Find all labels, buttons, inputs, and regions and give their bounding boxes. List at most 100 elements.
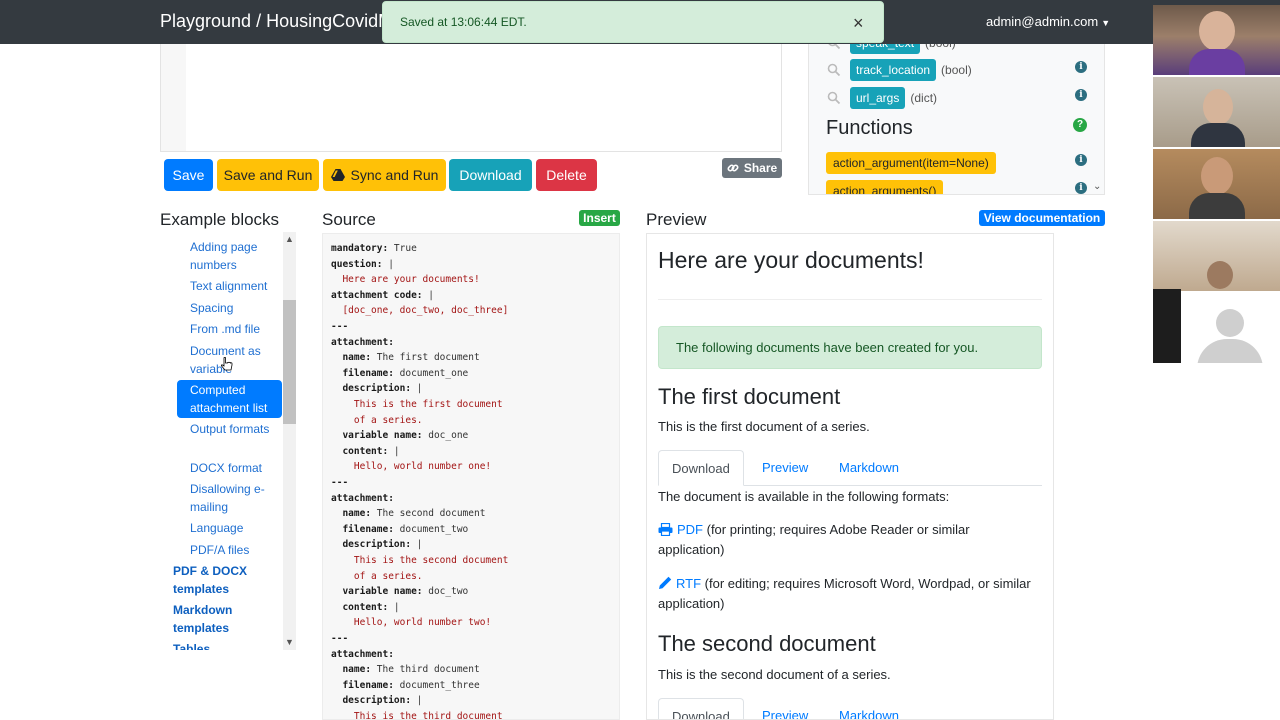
doc2-description: This is the second document of a series.	[658, 667, 891, 682]
tab-download[interactable]: Download	[658, 450, 744, 486]
help-icon[interactable]: ?	[1073, 118, 1087, 132]
participant-video	[1153, 5, 1280, 75]
sync-and-run-button[interactable]: Sync and Run	[323, 159, 446, 191]
code-key: content:	[331, 601, 389, 613]
code-line: content: |	[331, 445, 400, 457]
variable-chip[interactable]: track_location	[850, 59, 937, 81]
project-title[interactable]: Playground / HousingCovidM	[160, 11, 393, 32]
example-item[interactable]: Disallowing e-mailing	[190, 480, 285, 516]
variable-row[interactable]: track_location (bool)	[827, 59, 972, 81]
tab-preview[interactable]: Preview	[762, 450, 808, 486]
example-item[interactable]: PDF/A files	[190, 541, 285, 559]
variable-row[interactable]: speak_text (bool)	[827, 44, 956, 54]
code-line: description: |	[331, 695, 422, 706]
code-editor[interactable]	[160, 44, 782, 152]
share-button[interactable]: Share	[722, 158, 782, 178]
example-section[interactable]: Tables	[173, 640, 273, 650]
participant-video	[1153, 221, 1280, 291]
code-value: [doc_one, doc_two, doc_three]	[331, 305, 509, 317]
code-line: description: |	[331, 539, 422, 550]
code-line: question: |	[331, 259, 394, 270]
doc1-tabs: Download Preview Markdown	[658, 450, 1042, 486]
example-list-scrollbar[interactable]	[283, 232, 296, 650]
preview-pane: Here are your documents! The following d…	[646, 233, 1054, 720]
example-item[interactable]: From .md file	[190, 320, 285, 338]
code-value: True	[388, 243, 417, 254]
example-item[interactable]: Document as variable	[190, 342, 285, 378]
code-key: name:	[331, 508, 372, 520]
example-item[interactable]: Spacing	[190, 299, 285, 317]
example-item[interactable]: Output formats	[190, 420, 285, 438]
info-icon[interactable]: i	[1075, 61, 1087, 73]
tab-download[interactable]: Download	[658, 698, 744, 719]
code-value: Hello, world number two!	[331, 617, 492, 629]
functions-heading: Functions	[826, 117, 913, 139]
user-menu[interactable]: admin@admin.com ▼	[986, 14, 1110, 29]
variable-chip[interactable]: url_args	[850, 87, 906, 109]
code-value: of a series.	[331, 414, 423, 426]
rtf-format: RTF (for editing; requires Microsoft Wor…	[658, 574, 1033, 614]
source-heading: Source	[322, 210, 376, 229]
code-key: ---	[331, 321, 349, 332]
tab-markdown[interactable]: Markdown	[839, 698, 899, 719]
code-key: description:	[331, 383, 412, 395]
function-chip[interactable]: action_argument(item=None)	[826, 152, 996, 174]
delete-button[interactable]: Delete	[536, 159, 597, 191]
code-value: doc_one	[422, 430, 469, 442]
scroll-up-icon[interactable]: ▲	[285, 234, 294, 244]
info-icon[interactable]: i	[1075, 182, 1087, 194]
code-key: mandatory:	[331, 243, 389, 254]
tab-markdown[interactable]: Markdown	[839, 450, 899, 486]
scroll-down-icon[interactable]: ▼	[285, 637, 294, 647]
alert-text: The following documents have been create…	[676, 340, 979, 355]
close-icon[interactable]: ×	[853, 14, 864, 32]
avatar-body	[1197, 339, 1263, 363]
example-item[interactable]: Text alignment	[190, 277, 285, 295]
save-and-run-button[interactable]: Save and Run	[217, 159, 319, 191]
code-key: filename:	[331, 367, 394, 379]
doc1-description: This is the first document of a series.	[658, 419, 870, 434]
download-button[interactable]: Download	[449, 159, 532, 191]
success-alert: The following documents have been create…	[658, 326, 1042, 369]
pencil-icon	[659, 576, 672, 589]
info-icon[interactable]: i	[1075, 89, 1087, 101]
example-section[interactable]: Markdown templates	[173, 601, 273, 637]
formats-intro: The document is available in the followi…	[658, 489, 950, 504]
insert-button[interactable]: Insert	[579, 210, 620, 226]
example-item-active-label: Computed attachment list	[190, 383, 268, 415]
example-item[interactable]: Language	[190, 519, 285, 537]
example-list-scroll-thumb[interactable]	[283, 300, 296, 424]
search-icon	[827, 63, 841, 77]
code-line: filename: document_one	[331, 368, 468, 379]
pdf-link[interactable]: PDF	[677, 522, 703, 537]
doc2-tabs: Download Preview Markdown	[658, 698, 1042, 719]
variable-chip[interactable]: speak_text	[850, 44, 921, 54]
code-line: ---	[331, 321, 348, 332]
variable-row[interactable]: url_args (dict)	[827, 87, 937, 109]
pdf-format: PDF (for printing; requires Adobe Reader…	[658, 520, 1033, 560]
example-section[interactable]: PDF & DOCX templates	[173, 562, 273, 598]
code-value: This is the first document	[331, 399, 503, 410]
code-key: filename:	[331, 523, 394, 535]
function-chip[interactable]: action_arguments()	[826, 180, 944, 194]
doc1-title: The first document	[658, 384, 841, 409]
code-line: content: |	[331, 601, 400, 613]
view-documentation-button[interactable]: View documentation	[979, 210, 1105, 226]
save-button[interactable]: Save	[164, 159, 213, 191]
code-value: document_two	[393, 523, 469, 535]
google-drive-icon	[330, 169, 345, 181]
video-tile-edge	[1153, 289, 1181, 363]
video-call-strip	[1153, 5, 1280, 363]
tab-preview[interactable]: Preview	[762, 698, 808, 719]
example-item[interactable]: Adding page numbers	[190, 238, 285, 274]
rtf-link[interactable]: RTF	[676, 576, 701, 591]
info-icon[interactable]: i	[1075, 154, 1087, 166]
saved-toast: Saved at 13:06:44 EDT. ×	[382, 1, 884, 43]
example-item[interactable]: DOCX format	[190, 459, 285, 477]
code-value: |	[388, 445, 400, 457]
code-key: attachment:	[331, 336, 394, 348]
code-value: |	[388, 601, 400, 613]
example-blocks-list: Adding page numbers Text alignment Spaci…	[160, 232, 296, 650]
chevron-down-icon[interactable]: ⌄	[1093, 181, 1101, 192]
source-code[interactable]: mandatory: True question: | Here are your…	[322, 233, 620, 720]
